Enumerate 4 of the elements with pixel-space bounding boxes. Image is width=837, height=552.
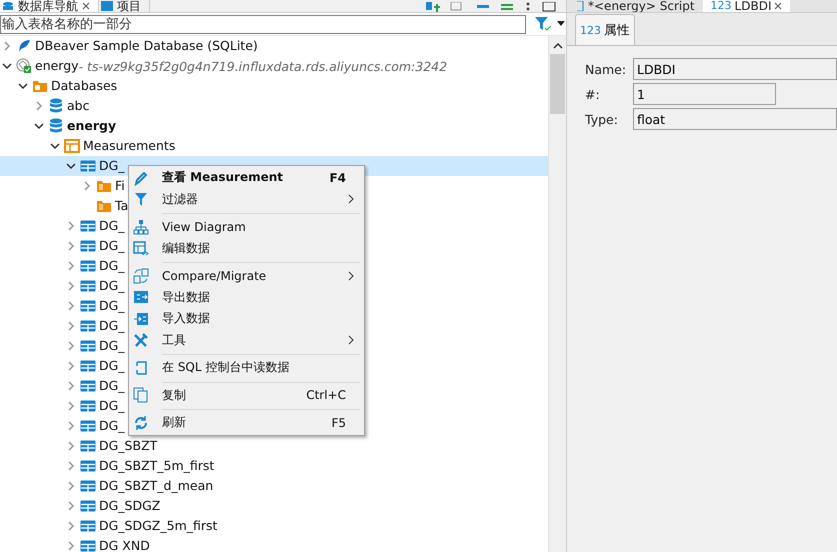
field-label: Name: (585, 62, 628, 76)
field-label: Type: (585, 112, 619, 126)
field-label: #: (585, 86, 601, 102)
connection-address: - ts-wz9kg35f2g0g4n719.influxdata.rds.aliyuncs.com:3242 (78, 58, 448, 74)
